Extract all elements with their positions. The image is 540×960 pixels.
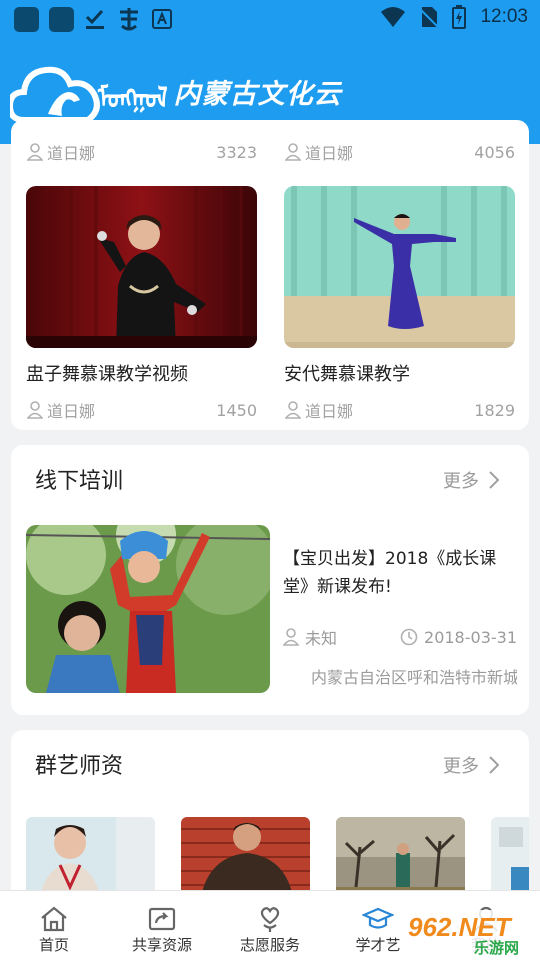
user-icon [27, 401, 43, 419]
share-icon [148, 907, 176, 931]
video-thumbnail-andai-dance[interactable] [284, 186, 515, 348]
training-address: 内蒙古自治区呼和浩特市新城区 [311, 668, 517, 687]
user-icon [285, 401, 301, 419]
video-author: 道日娜 [305, 402, 354, 421]
home-icon [41, 906, 67, 932]
training-thumbnail-image [26, 525, 270, 693]
app-title: 内蒙古文化云 [173, 79, 342, 110]
section-title: 线下培训 [35, 469, 124, 494]
wifi-icon [381, 7, 406, 27]
heart-hand-icon [260, 907, 280, 932]
tab-volunteer-service[interactable]: 志愿服务 [216, 891, 324, 960]
graduation-cap-icon [362, 907, 394, 929]
video-views: 1829 [474, 400, 515, 420]
video-views: 4056 [474, 142, 515, 162]
video-author: 道日娜 [305, 144, 354, 163]
app-notification-icon [49, 6, 74, 32]
keyboard-a-icon [152, 9, 172, 29]
teacher-photo[interactable] [336, 817, 465, 897]
tab-label: 学才艺 [355, 936, 401, 954]
teacher-photo-image [336, 817, 465, 897]
teacher-photo-image [491, 817, 529, 897]
video-views: 1450 [216, 400, 257, 420]
training-author: 未知 [305, 629, 338, 648]
tab-label: 首页 [38, 936, 69, 954]
clock-icon [400, 628, 418, 646]
video-title[interactable]: 安代舞慕课教学 [284, 360, 410, 386]
watermark-logo: 962.NET 乐游网 [402, 910, 538, 957]
watermark-sub: 乐游网 [474, 939, 519, 957]
chevron-right-icon [489, 471, 499, 489]
teacher-photo[interactable] [181, 817, 310, 897]
tab-shared-resources[interactable]: 共享资源 [108, 891, 216, 960]
status-bar: 12:03 [0, 0, 540, 36]
video-thumbnail-image [26, 186, 257, 348]
video-author: 道日娜 [47, 144, 96, 163]
teacher-photo-image [26, 817, 155, 897]
more-button[interactable]: 更多 [443, 752, 499, 778]
user-icon [283, 628, 299, 646]
teacher-photo-image [181, 817, 310, 897]
training-title[interactable]: 【宝贝出发】2018《成长课堂》新课发布! [283, 545, 515, 601]
brand-title: ᠮᠣᠩᠭᠣᠯ 内蒙古文化云 [98, 72, 342, 115]
bug-icon [120, 8, 138, 31]
more-button[interactable]: 更多 [443, 467, 499, 493]
video-author: 道日娜 [47, 402, 96, 421]
video-meta: 道日娜 1829 [285, 398, 515, 422]
video-meta: 道日娜 1450 [27, 398, 257, 422]
section-title: 群艺师资 [35, 754, 124, 779]
status-time: 12:03 [480, 6, 528, 27]
more-label: 更多 [443, 471, 479, 492]
offline-training-card: 线下培训 更多 【宝贝出发】2018《成长课堂》新课发布! 未知 2018-03… [11, 445, 529, 715]
download-done-icon [85, 9, 104, 29]
video-title[interactable]: 盅子舞慕课教学视频 [26, 360, 188, 386]
video-meta: 道日娜 4056 [285, 140, 515, 164]
tab-label: 共享资源 [131, 936, 192, 954]
video-thumbnail-zhongzi-dance[interactable] [26, 186, 257, 348]
no-sim-icon [420, 7, 439, 28]
tab-label: 志愿服务 [239, 936, 300, 954]
user-icon [27, 143, 43, 161]
teacher-photo[interactable] [26, 817, 155, 897]
battery-charging-icon [452, 5, 467, 29]
user-icon [285, 143, 301, 161]
video-thumbnail-image [284, 186, 515, 348]
app-notification-icon [14, 6, 39, 32]
site-watermark: 962.NET 乐游网 [400, 906, 540, 960]
watermark-text: 962.NET [408, 912, 513, 942]
training-meta: 未知 2018-03-31 [283, 625, 517, 649]
video-meta: 道日娜 3323 [27, 140, 257, 164]
cloud-horse-logo-icon [10, 66, 100, 123]
training-date: 2018-03-31 [424, 627, 517, 647]
chevron-right-icon [489, 756, 499, 774]
more-label: 更多 [443, 756, 479, 777]
tab-home[interactable]: 首页 [0, 891, 108, 960]
video-course-card: 道日娜 3323 道日娜 4056 盅子舞慕课教学视频 道日娜 1450 安代舞… [11, 120, 529, 430]
system-icons: 12:03 [380, 5, 528, 29]
video-views: 3323 [216, 142, 257, 162]
notification-icons [14, 6, 172, 32]
mongolian-script: ᠮᠣᠩᠭᠣᠯ [98, 82, 170, 115]
teacher-photo[interactable] [491, 817, 529, 897]
training-thumbnail[interactable] [26, 525, 270, 693]
